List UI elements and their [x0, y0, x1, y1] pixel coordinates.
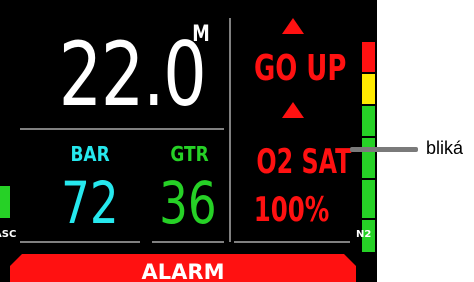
o2-sat-value: 100%: [236, 186, 348, 234]
gtr-value-text: 36: [159, 169, 217, 237]
n2-label: N2: [356, 229, 372, 240]
n2-bar-segment: [362, 106, 375, 136]
bar-value-text: 72: [61, 169, 119, 237]
arrow-up-icon: [282, 18, 304, 34]
alert-bottom-divider: [234, 241, 350, 243]
gtr-bottom-divider: [152, 241, 224, 243]
callout-line: [350, 147, 418, 152]
depth-display: 22.0: [38, 20, 207, 130]
gtr-label-text: GTR: [170, 142, 210, 166]
ascent-label: ASC: [0, 229, 17, 240]
n2-bar-segment: [362, 138, 375, 178]
depth-unit: M: [192, 22, 210, 47]
n2-bar-segment: [362, 42, 375, 72]
depth-value: 22.0: [58, 23, 207, 126]
depth-divider: [20, 128, 224, 130]
bar-label: BAR: [60, 142, 120, 166]
gtr-label: GTR: [160, 142, 220, 166]
arrow-up-icon: [282, 102, 304, 118]
bar-value: 72: [44, 170, 136, 236]
callout-text: bliká: [426, 138, 464, 158]
n2-bar-segment: [362, 180, 375, 218]
gtr-value: 36: [150, 170, 226, 236]
o2-sat-label-text: O2 SAT: [256, 142, 352, 182]
ascent-rate-bar: [0, 186, 10, 218]
n2-bar-segment: [362, 74, 375, 104]
go-up-warning: GO UP: [236, 44, 348, 94]
vertical-divider: [229, 18, 231, 242]
bar-bottom-divider: [20, 241, 140, 243]
dive-computer-screen: 22.0 M BAR GTR 72 36 GO UP O2 SAT 100% N…: [0, 0, 377, 282]
bar-label-text: BAR: [70, 142, 110, 166]
alarm-banner: ALARM: [10, 254, 356, 282]
o2-sat-label: O2 SAT: [236, 140, 352, 184]
go-up-text: GO UP: [253, 48, 347, 89]
o2-sat-value-text: 100%: [254, 190, 330, 230]
alarm-text: ALARM: [141, 260, 225, 282]
